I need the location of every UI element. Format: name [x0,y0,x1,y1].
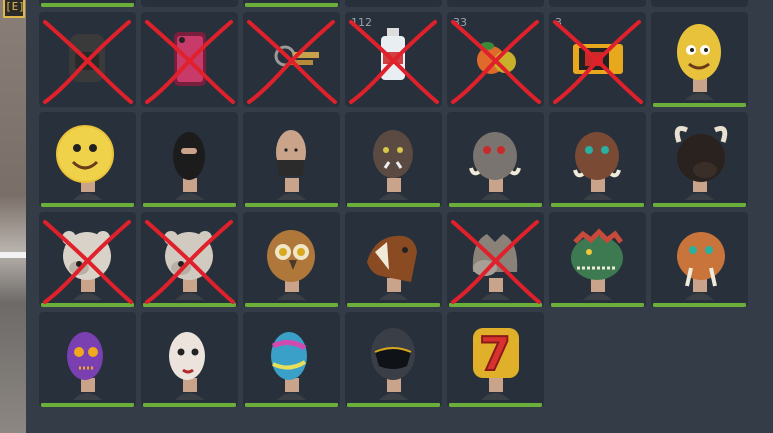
durability-bar [245,203,338,207]
inventory-slot[interactable] [447,212,544,307]
inventory-slot[interactable] [447,0,544,7]
svg-text:7: 7 [479,327,511,381]
inventory-slot[interactable] [345,0,442,7]
world-floor-line [0,252,26,258]
inventory-slot-empty [651,312,748,407]
inventory-slot[interactable] [39,212,136,307]
durability-bar [41,403,134,407]
durability-bar [143,303,236,307]
balaclava-mask-icon [173,132,205,200]
durability-bar [347,303,440,307]
inventory-slot[interactable]: 7 [447,312,544,407]
unknown-item-icon [651,0,748,7]
game-world-background [0,0,26,433]
durability-bar [41,303,134,307]
inventory-slot[interactable] [243,212,340,307]
unknown-item-icon [549,0,646,7]
bear-mask-icon [62,231,111,300]
durability-bar [449,303,542,307]
inventory-slot[interactable] [549,0,646,7]
bandana-mask-icon [276,130,306,200]
dinosaur-mask-icon [571,228,623,300]
inventory-slot[interactable] [39,312,136,407]
durability-bar [653,103,746,107]
inventory-slot[interactable] [141,12,238,107]
inventory-slot[interactable] [39,0,136,7]
lemon-face-mask-icon [56,125,114,200]
durability-bar [143,403,236,407]
inventory-slot[interactable] [243,12,340,107]
boar-mask-icon [573,132,621,200]
item-stack-count: 112 [351,16,372,29]
bear-mask-icon [164,231,213,300]
warthog-mask-icon [469,132,521,200]
durability-bar [551,203,644,207]
inventory-panel: 112 33 3 7 [26,0,773,433]
unknown-item-icon [447,0,544,7]
durability-bar [653,203,746,207]
durability-bar [245,403,338,407]
purple-skull-mask-icon [67,332,103,400]
inventory-slot[interactable]: 3 [549,12,646,107]
item-stack-count: 33 [453,16,467,29]
durability-bar [449,203,542,207]
inventory-slot[interactable] [243,112,340,207]
inventory-slot[interactable] [345,212,442,307]
unknown-item-icon [141,0,238,7]
keys-icon [274,45,319,67]
durability-bar [347,403,440,407]
doll-mask-icon [169,332,205,400]
durability-bar [449,403,542,407]
phone-icon [174,32,206,86]
ticket-icon [573,44,623,74]
inventory-slot[interactable] [549,112,646,207]
durability-bar [653,303,746,307]
horse-mask-icon [367,235,417,300]
lucky-seven-mask-icon: 7 [473,326,519,400]
inventory-slot-empty [549,312,646,407]
visor-helmet-mask-icon [371,328,415,400]
inventory-slot[interactable] [549,212,646,307]
owl-mask-icon [267,230,315,300]
interact-key-hint: [E] [3,0,25,18]
inventory-grid: 112 33 3 7 [39,0,748,407]
durability-bar [245,3,338,7]
bull-mask-icon [674,126,728,200]
inventory-slot[interactable] [651,0,748,7]
inventory-slot[interactable] [141,212,238,307]
inventory-slot[interactable] [141,0,238,7]
inventory-slot[interactable] [39,112,136,207]
inventory-slot[interactable] [243,312,340,407]
inventory-slot[interactable] [651,112,748,207]
inventory-slot[interactable] [447,112,544,207]
durability-bar [41,203,134,207]
inventory-slot[interactable] [651,212,748,307]
orc-mask-icon [373,130,413,200]
unknown-item-icon [345,0,442,7]
pineapple-mask-icon [677,24,721,100]
inventory-slot[interactable] [141,312,238,407]
tie-dye-mask-icon [271,332,307,400]
durability-bar [347,203,440,207]
durability-bar [143,203,236,207]
inventory-slot[interactable] [345,312,442,407]
durability-bar [41,3,134,7]
wolf-mask-icon [472,234,518,300]
walrus-mask-icon [677,232,725,300]
inventory-slot[interactable] [39,12,136,107]
inventory-slot[interactable]: 112 [345,12,442,107]
backpack-icon [69,34,105,82]
inventory-slot[interactable] [345,112,442,207]
item-stack-count: 3 [555,16,562,29]
durability-bar [245,303,338,307]
inventory-slot[interactable]: 33 [447,12,544,107]
inventory-slot[interactable] [243,0,340,7]
inventory-slot[interactable] [141,112,238,207]
durability-bar [551,303,644,307]
inventory-slot[interactable] [651,12,748,107]
